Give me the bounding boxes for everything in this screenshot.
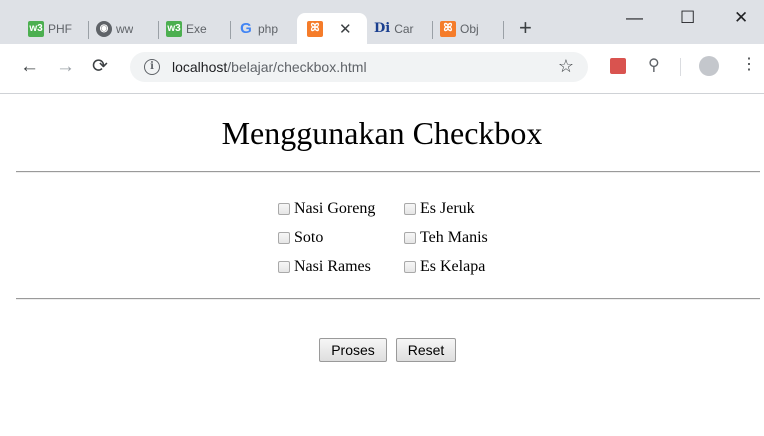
tab-title: PHF [48, 21, 72, 36]
url-text[interactable]: localhost/belajar/checkbox.html [172, 59, 367, 75]
dictionary-icon: Di [374, 21, 391, 36]
page-content: Menggunakan Checkbox Nasi Goreng Es Jeru… [0, 94, 764, 436]
tab-3[interactable]: w3 Exe [166, 13, 228, 44]
divider-top [16, 171, 760, 173]
forward-arrow-icon[interactable]: → [56, 57, 75, 77]
xampp-icon: ꕤ [307, 20, 323, 37]
w3schools-icon: w3 [28, 20, 44, 37]
checkbox-box[interactable] [278, 232, 290, 244]
toolbar-separator [680, 58, 681, 76]
minimize-button[interactable]: — [626, 8, 643, 28]
tab-separator [88, 21, 89, 39]
tab-separator [158, 21, 159, 39]
globe-icon: ◉ [96, 20, 112, 37]
w3schools-icon: w3 [166, 20, 182, 37]
menu-kebab-icon[interactable]: ⋮ [741, 55, 757, 75]
tab-title: Car [394, 21, 414, 36]
tab-4[interactable]: G php [238, 13, 294, 44]
info-icon[interactable]: i [144, 59, 160, 75]
checkbox-es-jeruk[interactable]: Es Jeruk [404, 199, 475, 219]
google-icon: G [240, 20, 252, 37]
address-bar[interactable]: i localhost/belajar/checkbox.html ☆ [130, 52, 588, 82]
reload-icon[interactable]: ⟳ [92, 57, 108, 77]
tab-separator [230, 21, 231, 39]
tab-separator [503, 21, 504, 39]
checkbox-soto[interactable]: Soto [278, 228, 323, 248]
close-window-button[interactable]: ✕ [734, 8, 748, 28]
proses-button[interactable]: Proses [319, 338, 387, 362]
back-arrow-icon[interactable]: ← [20, 57, 39, 77]
checkbox-box[interactable] [404, 232, 416, 244]
checkbox-box[interactable] [404, 261, 416, 273]
tab-1[interactable]: w3 PHF [28, 13, 86, 44]
reset-button[interactable]: Reset [396, 338, 456, 362]
close-tab-icon[interactable]: ✕ [339, 20, 352, 38]
tab-2[interactable]: ◉ ww [96, 13, 156, 44]
url-host: localhost [172, 59, 228, 75]
tab-separator [432, 21, 433, 39]
tab-title: php [258, 21, 279, 36]
checkbox-label: Es Jeruk [420, 200, 475, 217]
checkbox-label: Teh Manis [420, 229, 488, 246]
tab-7[interactable]: ꕤ Obj [440, 13, 496, 44]
tab-title: ww [116, 21, 134, 36]
bookmark-star-icon[interactable]: ☆ [558, 56, 574, 77]
maximize-button[interactable]: ☐ [680, 8, 695, 28]
checkbox-box[interactable] [278, 261, 290, 273]
checkbox-box[interactable] [404, 203, 416, 215]
checkbox-label: Soto [294, 229, 324, 246]
checkbox-label: Nasi Rames [294, 258, 371, 275]
tab-5-active[interactable]: ꕤ ✕ [297, 13, 367, 44]
checkbox-box[interactable] [278, 203, 290, 215]
checkbox-nasi-rames[interactable]: Nasi Rames [278, 257, 371, 277]
xampp-icon: ꕤ [440, 20, 456, 37]
tab-title: Obj [460, 21, 479, 36]
pdf-extension-icon[interactable] [610, 58, 626, 74]
tab-strip: w3 PHF ◉ ww w3 Exe G php ꕤ ✕ Di Car ꕤ Ob… [0, 0, 764, 44]
search-extension-icon[interactable]: ⚲ [648, 55, 660, 75]
tab-title: Exe [186, 21, 207, 36]
browser-toolbar: ← → ⟳ i localhost/belajar/checkbox.html … [0, 44, 764, 94]
checkbox-label: Es Kelapa [420, 258, 486, 275]
page-title: Menggunakan Checkbox [221, 115, 543, 151]
new-tab-button[interactable]: + [519, 17, 532, 39]
checkbox-nasi-goreng[interactable]: Nasi Goreng [278, 199, 375, 219]
checkbox-teh-manis[interactable]: Teh Manis [404, 228, 488, 248]
checkbox-label: Nasi Goreng [294, 200, 376, 217]
divider-bottom [16, 298, 760, 300]
url-path: /belajar/checkbox.html [227, 59, 367, 75]
checkbox-es-kelapa[interactable]: Es Kelapa [404, 257, 485, 277]
profile-avatar-icon[interactable] [699, 56, 719, 76]
tab-6[interactable]: Di Car [374, 13, 428, 44]
